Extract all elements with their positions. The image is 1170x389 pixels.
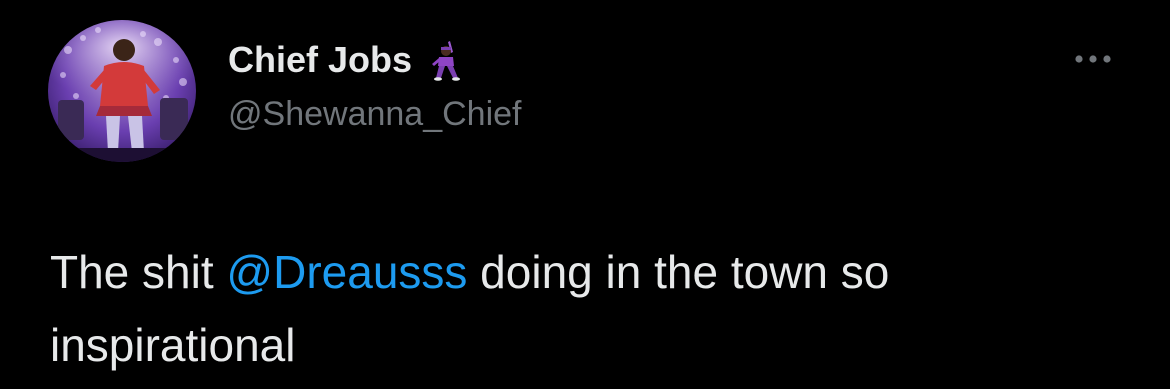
avatar-image (48, 20, 196, 162)
more-options-icon (1075, 55, 1111, 63)
tweet-card: Chief Jobs @Shewanna_Chief The shit @Dre… (0, 0, 1170, 389)
mention-link[interactable]: @Dreausss (226, 246, 467, 298)
name-row: Chief Jobs (228, 38, 466, 82)
avatar[interactable] (48, 20, 196, 162)
user-handle[interactable]: @Shewanna_Chief (228, 95, 521, 134)
tweet-text-start: The shit (50, 246, 227, 298)
more-options-button[interactable] (1068, 44, 1118, 74)
man-dancing-icon (426, 38, 466, 82)
tweet-text: The shit @Dreausss doing in the town so … (50, 236, 1130, 382)
display-name[interactable]: Chief Jobs (228, 39, 412, 81)
